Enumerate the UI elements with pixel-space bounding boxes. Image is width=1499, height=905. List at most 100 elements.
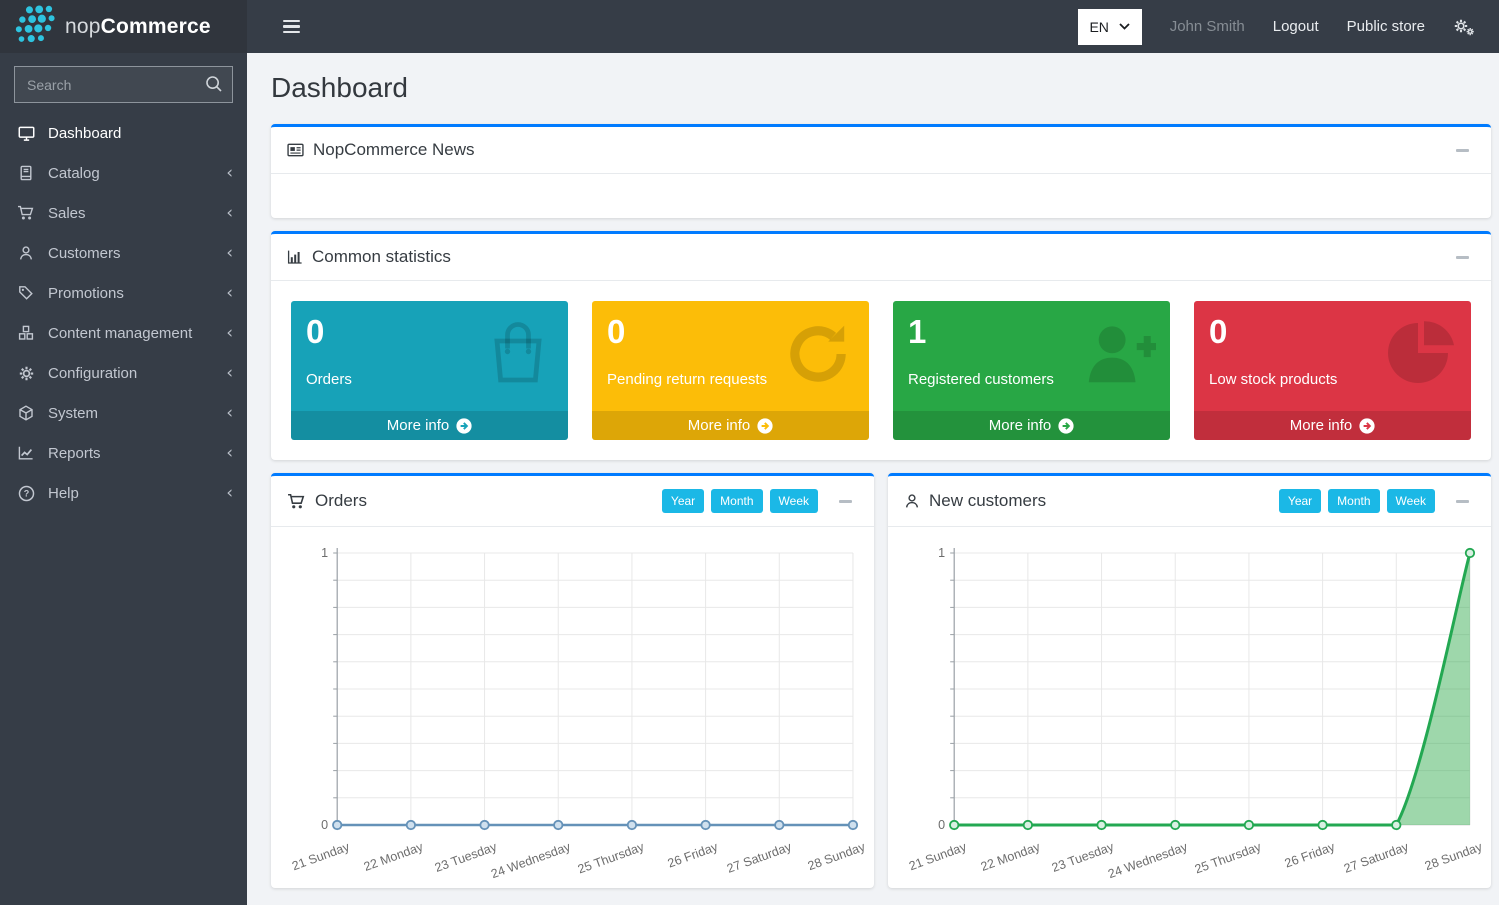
registered-customers-stat-card: 1 Registered customers More info [893,301,1170,440]
svg-text:28 Sunday: 28 Sunday [806,839,866,873]
new-customers-chart: 1021 Sunday22 Monday23 Tuesday24 Wednesd… [896,537,1483,884]
cart-icon [15,205,37,221]
minus-icon [1456,256,1469,259]
newspaper-icon [287,142,304,158]
orders-year-button[interactable]: Year [662,489,704,513]
pie-chart-icon [1385,317,1457,394]
cube-icon [15,405,37,421]
customers-month-button[interactable]: Month [1328,489,1379,513]
sidebar-item-system[interactable]: System ‹ [0,393,247,433]
public-store-link[interactable]: Public store [1347,18,1425,35]
chevron-down-icon [1119,23,1130,30]
chevron-left-icon: ‹ [226,445,233,462]
sidebar-item-promotions[interactable]: Promotions ‹ [0,273,247,313]
orders-week-button[interactable]: Week [770,489,818,513]
book-icon [15,165,37,181]
svg-text:28 Sunday: 28 Sunday [1423,839,1483,873]
top-navbar: nopCommerce EN John Smith Logout Public … [0,0,1499,53]
logout-link[interactable]: Logout [1273,18,1319,35]
sidebar-item-help[interactable]: ? Help ‹ [0,473,247,513]
svg-text:21 Sunday: 21 Sunday [290,839,352,873]
news-collapse-button[interactable] [1450,145,1475,156]
orders-collapse-button[interactable] [833,496,858,507]
low-stock-more-info-link[interactable]: More info [1194,411,1471,440]
search-icon [204,74,224,94]
svg-text:24 Wednesday: 24 Wednesday [489,839,573,881]
customers-week-button[interactable]: Week [1387,489,1435,513]
language-select[interactable]: EN [1078,9,1142,45]
customers-collapse-button[interactable] [1450,496,1475,507]
sidebar-toggle-button[interactable] [277,14,306,40]
brand-logo[interactable]: nopCommerce [0,0,247,53]
minus-icon [1456,149,1469,152]
statistics-cards-row: 0 Orders More info 0 Pending return requ… [271,281,1491,460]
arrow-circle-right-icon [757,418,773,434]
pending-returns-stat-card: 0 Pending return requests More info [592,301,869,440]
pending-returns-more-info-link[interactable]: More info [592,411,869,440]
svg-text:?: ? [23,488,29,498]
sidebar-item-catalog[interactable]: Catalog ‹ [0,153,247,193]
orders-more-info-link[interactable]: More info [291,411,568,440]
common-statistics-panel: Common statistics 0 Orders More info [271,231,1491,460]
svg-text:21 Sunday: 21 Sunday [907,839,969,873]
brand-name: nopCommerce [65,15,211,39]
svg-text:25 Thursday: 25 Thursday [576,839,647,876]
svg-text:0: 0 [321,818,328,832]
orders-chart-title: Orders [287,491,367,511]
chevron-left-icon: ‹ [226,165,233,182]
statistics-collapse-button[interactable] [1450,252,1475,263]
svg-text:25 Thursday: 25 Thursday [1193,839,1264,876]
svg-text:1: 1 [321,546,328,560]
svg-text:22 Monday: 22 Monday [979,839,1043,874]
language-value: EN [1089,19,1108,35]
chart-line-icon [15,445,37,461]
svg-text:27 Saturday: 27 Saturday [1342,839,1411,875]
sidebar-item-dashboard[interactable]: Dashboard [0,113,247,153]
sidebar-menu: Dashboard Catalog ‹ Sales ‹ Customers ‹ … [0,113,247,513]
bar-chart-icon [287,249,303,265]
gears-icon [15,365,37,382]
user-name-link[interactable]: John Smith [1170,18,1245,35]
question-icon: ? [15,485,37,502]
sidebar-item-customers[interactable]: Customers ‹ [0,233,247,273]
chevron-left-icon: ‹ [226,405,233,422]
orders-chart: 1021 Sunday22 Monday23 Tuesday24 Wednesd… [279,537,866,884]
chevron-left-icon: ‹ [226,365,233,382]
chevron-left-icon: ‹ [226,325,233,342]
svg-text:26 Friday: 26 Friday [1283,839,1338,870]
new-customers-chart-panel: New customers Year Month Week 1021 Sunda… [888,473,1491,888]
customers-year-button[interactable]: Year [1279,489,1321,513]
sidebar-item-configuration[interactable]: Configuration ‹ [0,353,247,393]
svg-text:27 Saturday: 27 Saturday [725,839,794,875]
sidebar-item-reports[interactable]: Reports ‹ [0,433,247,473]
refresh-icon [781,317,855,396]
search-button[interactable] [201,72,227,98]
orders-chart-panel: Orders Year Month Week 1 0 21 Sunday 22 Mon… [271,473,874,888]
charts-row: Orders Year Month Week 1 0 21 Sunday 22 Mon… [271,473,1491,888]
arrow-circle-right-icon [1359,418,1375,434]
low-stock-stat-card: 0 Low stock products More info [1194,301,1471,440]
settings-gears-icon[interactable] [1453,17,1475,37]
sidebar-item-content-management[interactable]: Content management ‹ [0,313,247,353]
svg-text:22 Monday: 22 Monday [362,839,426,874]
chevron-left-icon: ‹ [226,245,233,262]
new-customers-chart-title: New customers [904,491,1046,511]
registered-customers-more-info-link[interactable]: More info [893,411,1170,440]
sidebar-item-sales[interactable]: Sales ‹ [0,193,247,233]
statistics-panel-title: Common statistics [287,247,451,267]
tag-icon [15,285,37,301]
chevron-left-icon: ‹ [226,205,233,222]
navbar-right: EN John Smith Logout Public store [1078,9,1499,45]
shopping-bag-icon [482,317,554,394]
svg-text:24 Wednesday: 24 Wednesday [1106,839,1190,881]
orders-month-button[interactable]: Month [711,489,762,513]
minus-icon [1456,500,1469,503]
cubes-icon [15,325,37,341]
sidebar: Dashboard Catalog ‹ Sales ‹ Customers ‹ … [0,53,247,905]
user-icon [904,493,920,509]
nopcommerce-dots-icon [10,3,56,50]
news-panel: NopCommerce News [271,124,1491,218]
arrow-circle-right-icon [456,418,472,434]
cart-icon [287,493,306,510]
orders-stat-card: 0 Orders More info [291,301,568,440]
